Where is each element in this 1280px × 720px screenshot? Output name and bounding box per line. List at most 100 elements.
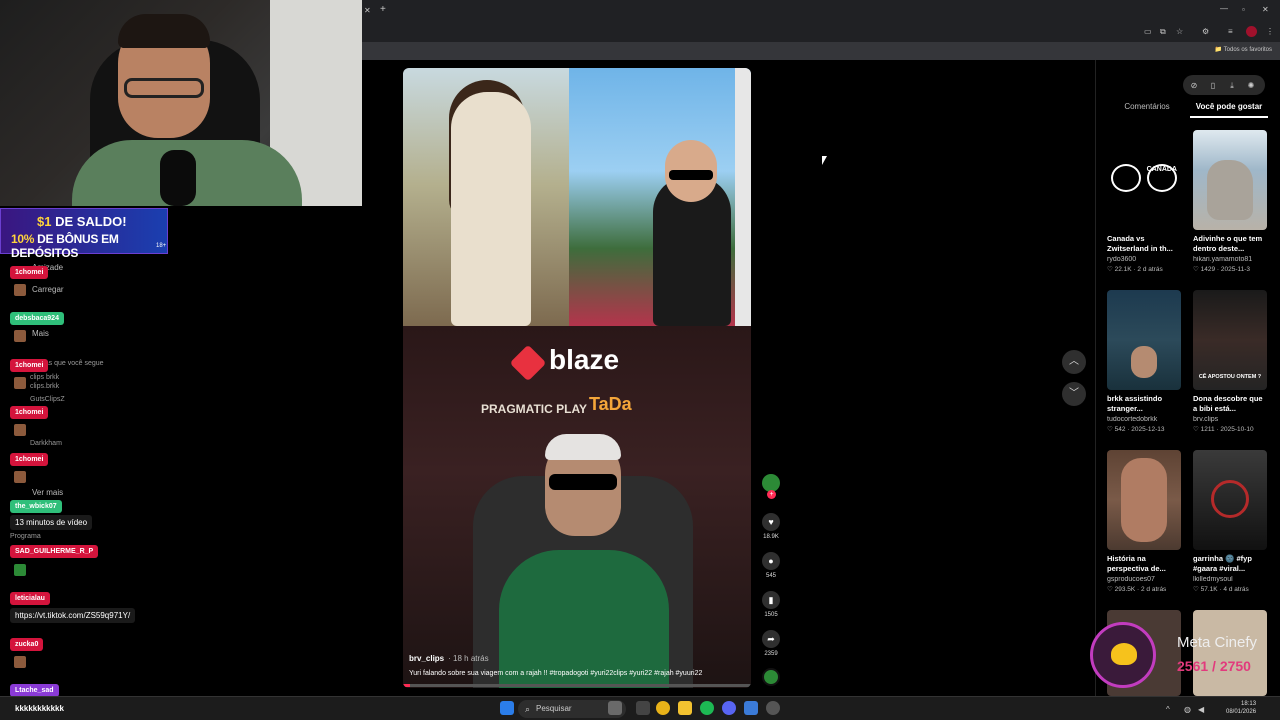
spotify-icon[interactable] (700, 701, 714, 715)
comment-count: 545 (765, 573, 776, 579)
followed-account[interactable]: clips.brkk (30, 383, 59, 390)
heart-icon[interactable]: ♥ (762, 513, 780, 531)
profile-avatar[interactable] (1246, 26, 1257, 37)
suggested-video-card[interactable]: CANADA Canada vs Zwitserland in th... ry… (1107, 130, 1181, 273)
card-meta: ♡ 22.1K · 2 d atrás (1107, 266, 1163, 273)
obs-icon[interactable] (766, 701, 780, 715)
photo-sunglasses (669, 170, 713, 180)
windows-start-icon[interactable] (500, 701, 514, 715)
menu-icon[interactable]: ⋮ (1266, 27, 1274, 37)
all-bookmarks-button[interactable]: 📁 Todos os favoritos (1215, 46, 1272, 53)
tray-chevron-icon[interactable]: ^ (1166, 705, 1170, 715)
followed-account[interactable]: Darkkham (30, 440, 62, 447)
webcam-person-hair (118, 14, 210, 48)
app-icon[interactable] (744, 701, 758, 715)
clock-date: 08/01/2026 (1226, 709, 1257, 715)
video-progress-bar[interactable] (403, 684, 751, 687)
minimize-icon[interactable]: — (1220, 4, 1228, 14)
card-author[interactable]: lkilledmysoul (1193, 576, 1267, 583)
card-thumbnail[interactable]: CANADA (1107, 130, 1181, 230)
sponsor-pragmatic: PRAGMATIC PLAY (481, 402, 588, 416)
search-icon: ⌕ (525, 704, 531, 714)
discord-icon[interactable] (722, 701, 736, 715)
gesture-icon[interactable]: ⊘ (1186, 76, 1202, 96)
video-author-name[interactable]: brv_clips (409, 654, 444, 663)
promo-percent: 10% (11, 232, 35, 246)
chat-username: 1chomei (10, 359, 49, 372)
chat-emote (14, 424, 26, 436)
tab-comments[interactable]: Comentários (1108, 102, 1186, 111)
chrome-icon[interactable] (656, 701, 670, 715)
maximize-icon[interactable]: ▫ (1242, 5, 1245, 15)
see-more-link[interactable]: Ver mais (32, 488, 63, 497)
taskbar-clock[interactable]: 18:13 08/01/2026 (1226, 700, 1256, 716)
suggested-video-card[interactable]: garrinha 🌚 #fyp #gaara #viral... lkilled… (1193, 450, 1267, 593)
phone-icon[interactable]: ▯ (1205, 76, 1221, 96)
file-explorer-icon[interactable] (678, 701, 692, 715)
card-thumbnail[interactable] (1107, 450, 1181, 550)
card-title: Adivinhe o que tem dentro deste... (1193, 234, 1263, 253)
comment-icon[interactable]: ● (762, 552, 780, 570)
promo-line-2: 10% DE BÔNUS EM DEPÓSITOS (11, 232, 167, 260)
card-title: Canada vs Zwitserland in th... (1107, 234, 1173, 253)
share-icon[interactable]: ➦ (762, 630, 780, 648)
suggested-video-card[interactable]: Adivinhe o que tem dentro deste... hikar… (1193, 130, 1267, 273)
promo-line-1: $1 DE SALDO! (37, 214, 127, 229)
card-author[interactable]: tudocortedobrkk (1107, 416, 1181, 423)
like-action[interactable]: ♥ 18.9K (761, 513, 781, 540)
cast-icon[interactable]: ▭ (1144, 27, 1152, 37)
suggested-video-card[interactable]: História na perspectiva de... gsproducoe… (1107, 450, 1181, 593)
card-author[interactable]: hikari.yamamoto81 (1193, 256, 1267, 263)
close-window-icon[interactable]: ✕ (1262, 5, 1269, 15)
sidebar-icon[interactable]: ≡ (1228, 27, 1233, 37)
music-disc-icon[interactable] (762, 668, 780, 686)
chat-username: 1chomei (10, 406, 49, 419)
new-tab-icon[interactable]: + (380, 5, 386, 15)
volume-icon[interactable]: ◀ (1198, 705, 1204, 715)
card-thumbnail[interactable] (1193, 450, 1267, 550)
streamer-sunglasses (549, 474, 617, 490)
previous-video-button[interactable]: ︿ (1062, 350, 1086, 374)
suggested-video-card[interactable]: brkk assistindo stranger... tudocortedob… (1107, 290, 1181, 433)
share-action[interactable]: ➦ 2359 (761, 630, 781, 657)
meta-goal-current: 2561 (1177, 658, 1209, 674)
extensions-icon[interactable]: ⚙ (1202, 27, 1209, 37)
card-author[interactable]: rydo3600 (1107, 256, 1181, 263)
sidebar-item-upload[interactable]: Carregar (32, 285, 64, 294)
card-author[interactable]: brv.clips (1193, 416, 1267, 423)
chat-emote (14, 656, 26, 668)
sidebar-item-more[interactable]: Mais (32, 329, 49, 338)
card-thumbnail[interactable] (1193, 130, 1267, 230)
card-author[interactable]: gsproducoes07 (1107, 576, 1181, 583)
task-view-icon[interactable] (636, 701, 650, 715)
card-thumbnail[interactable]: CÊ APOSTOU ONTEM ? (1193, 290, 1267, 390)
followed-account[interactable]: GutsClipsZ (30, 396, 65, 403)
video-author[interactable]: brv_clips · 18 h atrás (409, 654, 489, 663)
next-video-button[interactable]: ﹀ (1062, 382, 1086, 406)
followed-account[interactable]: clips brkk (30, 374, 59, 381)
bookmark-star-icon[interactable]: ☆ (1176, 27, 1183, 37)
bookmark-icon[interactable]: ▮ (762, 591, 780, 609)
tab-you-may-like[interactable]: Você pode gostar (1190, 102, 1268, 111)
comment-action[interactable]: ● 545 (761, 552, 781, 579)
chat-username: leticialau (10, 592, 50, 605)
widget-icon[interactable] (608, 701, 622, 715)
suggested-video-thumbnail-partial[interactable] (1193, 610, 1267, 696)
settings-icon[interactable]: ✺ (1243, 76, 1259, 96)
card-thumbnail[interactable] (1107, 290, 1181, 390)
share-count: 2359 (764, 651, 778, 657)
network-icon[interactable]: ◍ (1184, 705, 1191, 715)
browser-toolbar: ▭ ⧉ ☆ ⚙ ≡ ⋮ (362, 21, 1280, 42)
video-player[interactable]: blaze PRAGMATIC PLAY TaDa brv_clips · 18 … (403, 68, 751, 688)
sidebar-item-program[interactable]: Programa (10, 533, 41, 540)
promo-line-1-text: DE SALDO! (51, 214, 127, 229)
actor-face (1121, 458, 1167, 542)
close-tab-icon[interactable]: ✕ (364, 6, 371, 16)
suggested-video-card[interactable]: CÊ APOSTOU ONTEM ? Dona descobre que a b… (1193, 290, 1267, 433)
save-action[interactable]: ▮ 1505 (761, 591, 781, 618)
translate-icon[interactable]: ⧉ (1160, 27, 1166, 37)
follow-plus-icon[interactable]: + (767, 490, 776, 499)
video-posted-time: · 18 h atrás (448, 654, 489, 663)
blaze-logo-icon (509, 344, 547, 382)
download-icon[interactable]: ⤓ (1224, 76, 1240, 96)
